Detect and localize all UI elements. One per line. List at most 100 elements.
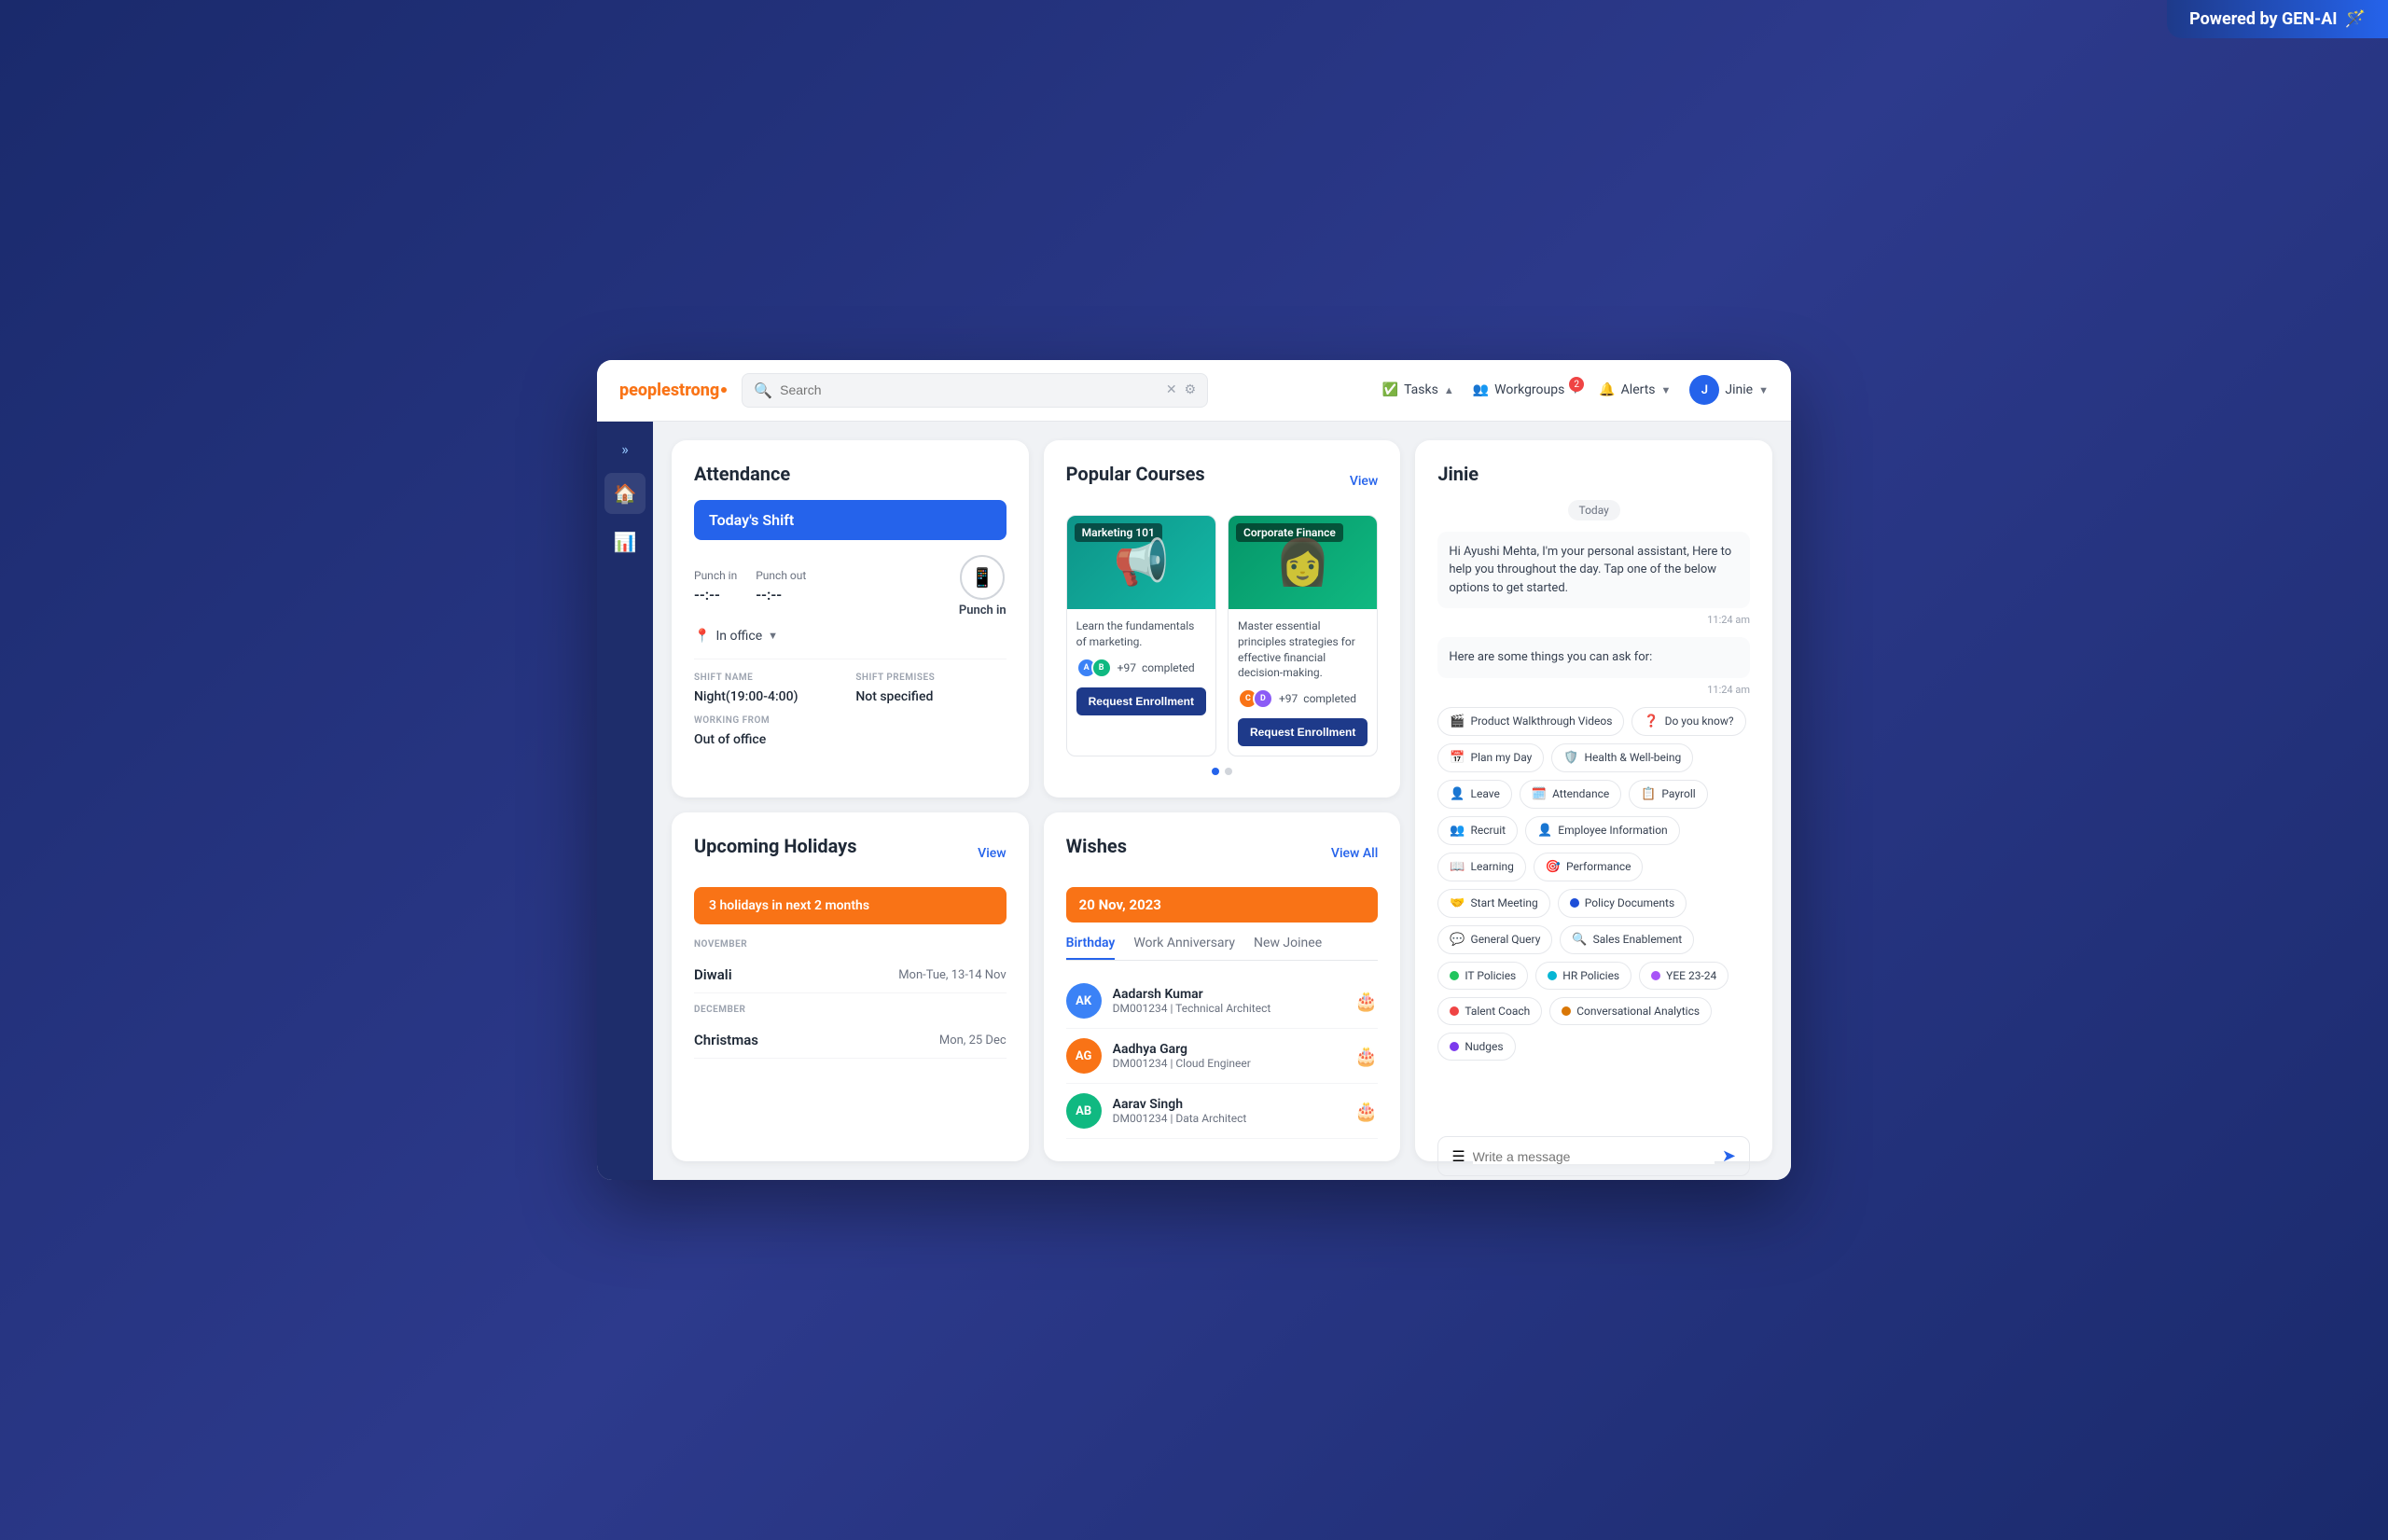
chip-label-11: Start Meeting bbox=[1471, 896, 1538, 909]
search-input[interactable] bbox=[780, 382, 1159, 397]
chips-container: 🎬Product Walkthrough Videos❓Do you know?… bbox=[1437, 707, 1750, 1125]
tasks-button[interactable]: ✅ Tasks ▲ bbox=[1382, 382, 1454, 397]
chip-14[interactable]: 🔍Sales Enablement bbox=[1560, 925, 1694, 954]
punch-btn-icon: 📱 bbox=[960, 555, 1005, 600]
tab-birthday[interactable]: Birthday bbox=[1066, 936, 1116, 960]
logo-dot bbox=[721, 387, 727, 393]
attendance-title: Attendance bbox=[694, 463, 1007, 485]
chip-1[interactable]: ❓Do you know? bbox=[1631, 707, 1745, 736]
chip-dot-18 bbox=[1450, 1006, 1459, 1016]
sidebar-item-analytics[interactable]: 📊 bbox=[604, 521, 646, 562]
chip-0[interactable]: 🎬Product Walkthrough Videos bbox=[1437, 707, 1624, 736]
search-icon: 🔍 bbox=[754, 382, 772, 399]
wish-info-1: Aadhya Garg DM001234 | Cloud Engineer bbox=[1113, 1042, 1344, 1070]
alerts-button[interactable]: 🔔 Alerts ▼ bbox=[1599, 382, 1671, 397]
chip-icon-8: 👤 bbox=[1537, 824, 1552, 838]
wish-icon-0: 🎂 bbox=[1354, 990, 1378, 1012]
chip-12[interactable]: Policy Documents bbox=[1558, 889, 1687, 918]
dot-1[interactable] bbox=[1225, 768, 1232, 775]
chip-icon-13: 💬 bbox=[1450, 933, 1465, 947]
carousel-dots bbox=[1066, 768, 1379, 775]
chip-11[interactable]: 🤝Start Meeting bbox=[1437, 889, 1549, 918]
send-button[interactable]: ➤ bbox=[1722, 1146, 1736, 1166]
wish-sub-0: DM001234 | Technical Architect bbox=[1113, 1002, 1344, 1015]
tasks-icon: ✅ bbox=[1382, 382, 1398, 397]
wish-avatar-1: AG bbox=[1066, 1038, 1102, 1074]
chip-7[interactable]: 👥Recruit bbox=[1437, 816, 1518, 845]
wish-name-1: Aadhya Garg bbox=[1113, 1042, 1344, 1057]
chip-10[interactable]: 🎯Performance bbox=[1534, 853, 1644, 881]
punch-button[interactable]: 📱 Punch in bbox=[959, 555, 1007, 617]
wishes-card: Wishes View All 20 Nov, 2023 Birthday Wo… bbox=[1044, 812, 1401, 1161]
enroll-btn-0[interactable]: Request Enrollment bbox=[1076, 687, 1206, 715]
wishes-view-all-link[interactable]: View All bbox=[1331, 846, 1378, 861]
chip-20[interactable]: Nudges bbox=[1437, 1033, 1515, 1061]
attendance-card: Attendance Today's Shift Punch in --:-- … bbox=[672, 440, 1029, 798]
chip-label-16: HR Policies bbox=[1562, 969, 1619, 982]
chip-4[interactable]: 👤Leave bbox=[1437, 780, 1512, 809]
course-img-0: Marketing 101 📢 bbox=[1067, 516, 1215, 609]
diwali-name: Diwali bbox=[694, 966, 732, 983]
chip-17[interactable]: YEE 23-24 bbox=[1639, 962, 1729, 990]
jinie-chat: Today Hi Ayushi Mehta, I'm your personal… bbox=[1437, 500, 1750, 1176]
enroll-btn-1[interactable]: Request Enrollment bbox=[1238, 718, 1368, 746]
tab-work-anniversary[interactable]: Work Anniversary bbox=[1133, 936, 1235, 960]
main-content: Attendance Today's Shift Punch in --:-- … bbox=[653, 422, 1791, 1180]
chip-15[interactable]: IT Policies bbox=[1437, 962, 1528, 990]
chip-6[interactable]: 📋Payroll bbox=[1629, 780, 1707, 809]
chip-label-7: Recruit bbox=[1471, 824, 1506, 837]
alerts-icon: 🔔 bbox=[1599, 382, 1615, 397]
user-menu-button[interactable]: J Jinie ▼ bbox=[1689, 375, 1769, 405]
chip-label-4: Leave bbox=[1471, 787, 1500, 800]
jinie-title: Jinie bbox=[1437, 463, 1750, 485]
chip-8[interactable]: 👤Employee Information bbox=[1525, 816, 1680, 845]
wishes-title: Wishes bbox=[1066, 835, 1127, 857]
sidebar-toggle[interactable]: » bbox=[614, 433, 636, 465]
chip-18[interactable]: Talent Coach bbox=[1437, 997, 1542, 1025]
wishes-date-banner: 20 Nov, 2023 bbox=[1066, 887, 1379, 923]
chip-label-10: Performance bbox=[1566, 860, 1631, 873]
punch-out-col: Punch out --:-- bbox=[756, 569, 806, 604]
chip-icon-1: ❓ bbox=[1644, 715, 1659, 728]
chip-9[interactable]: 📖Learning bbox=[1437, 853, 1526, 881]
clear-search-icon[interactable]: ✕ bbox=[1166, 382, 1177, 397]
december-label: DECEMBER bbox=[694, 1005, 1007, 1015]
holidays-view-link[interactable]: View bbox=[978, 846, 1007, 861]
holidays-december: DECEMBER Christmas Mon, 25 Dec bbox=[694, 1005, 1007, 1059]
chip-2[interactable]: 📅Plan my Day bbox=[1437, 743, 1544, 772]
november-label: NOVEMBER bbox=[694, 939, 1007, 950]
workgroups-icon: 👥 bbox=[1473, 382, 1489, 397]
header: peoplestrong 🔍 ✕ ⚙ ✅ Tasks ▲ 👥 Workgroup… bbox=[597, 360, 1791, 422]
chip-13[interactable]: 💬 General Query bbox=[1437, 925, 1552, 954]
courses-card: Popular Courses View Marketing 101 📢 Lea… bbox=[1044, 440, 1401, 798]
wish-avatar-2: AB bbox=[1066, 1093, 1102, 1129]
chat-input[interactable] bbox=[1473, 1149, 1715, 1164]
location-chevron[interactable]: ▼ bbox=[768, 630, 778, 642]
course-avatar-1b: D bbox=[1253, 688, 1273, 709]
wish-icon-1: 🎂 bbox=[1354, 1045, 1378, 1067]
sidebar-item-home[interactable]: 🏠 bbox=[604, 473, 646, 514]
chip-dot-19 bbox=[1562, 1006, 1571, 1016]
chip-5[interactable]: 🗓️Attendance bbox=[1520, 780, 1621, 809]
punch-in-label: Punch in bbox=[694, 569, 737, 582]
workgroups-button[interactable]: 👥 Workgroups 2 ▼ bbox=[1473, 382, 1580, 397]
chip-19[interactable]: Conversational Analytics bbox=[1549, 997, 1712, 1025]
filter-icon[interactable]: ⚙ bbox=[1185, 382, 1197, 397]
user-avatar: J bbox=[1689, 375, 1719, 405]
gen-ai-icon: 🪄 bbox=[2345, 9, 2366, 29]
tab-new-joinee[interactable]: New Joinee bbox=[1254, 936, 1322, 960]
holiday-christmas: Christmas Mon, 25 Dec bbox=[694, 1022, 1007, 1059]
courses-view-link[interactable]: View bbox=[1350, 474, 1379, 489]
holidays-header: Upcoming Holidays View bbox=[694, 835, 1007, 872]
chip-16[interactable]: HR Policies bbox=[1535, 962, 1631, 990]
course-figure-1: 👩 bbox=[1275, 535, 1331, 589]
chip-icon-0: 🎬 bbox=[1450, 715, 1465, 728]
chip-label-13: General Query bbox=[1471, 933, 1541, 946]
wish-info-2: Aarav Singh DM001234 | Data Architect bbox=[1113, 1097, 1344, 1125]
punch-row: Punch in --:-- Punch out --:-- 📱 Punch i… bbox=[694, 555, 1007, 617]
chip-icon-5: 🗓️ bbox=[1532, 787, 1547, 801]
chip-3[interactable]: 🛡️Health & Well-being bbox=[1551, 743, 1693, 772]
wish-item-1: AG Aadhya Garg DM001234 | Cloud Engineer… bbox=[1066, 1029, 1379, 1084]
chip-icon-2: 📅 bbox=[1450, 751, 1465, 765]
dot-0[interactable] bbox=[1212, 768, 1219, 775]
